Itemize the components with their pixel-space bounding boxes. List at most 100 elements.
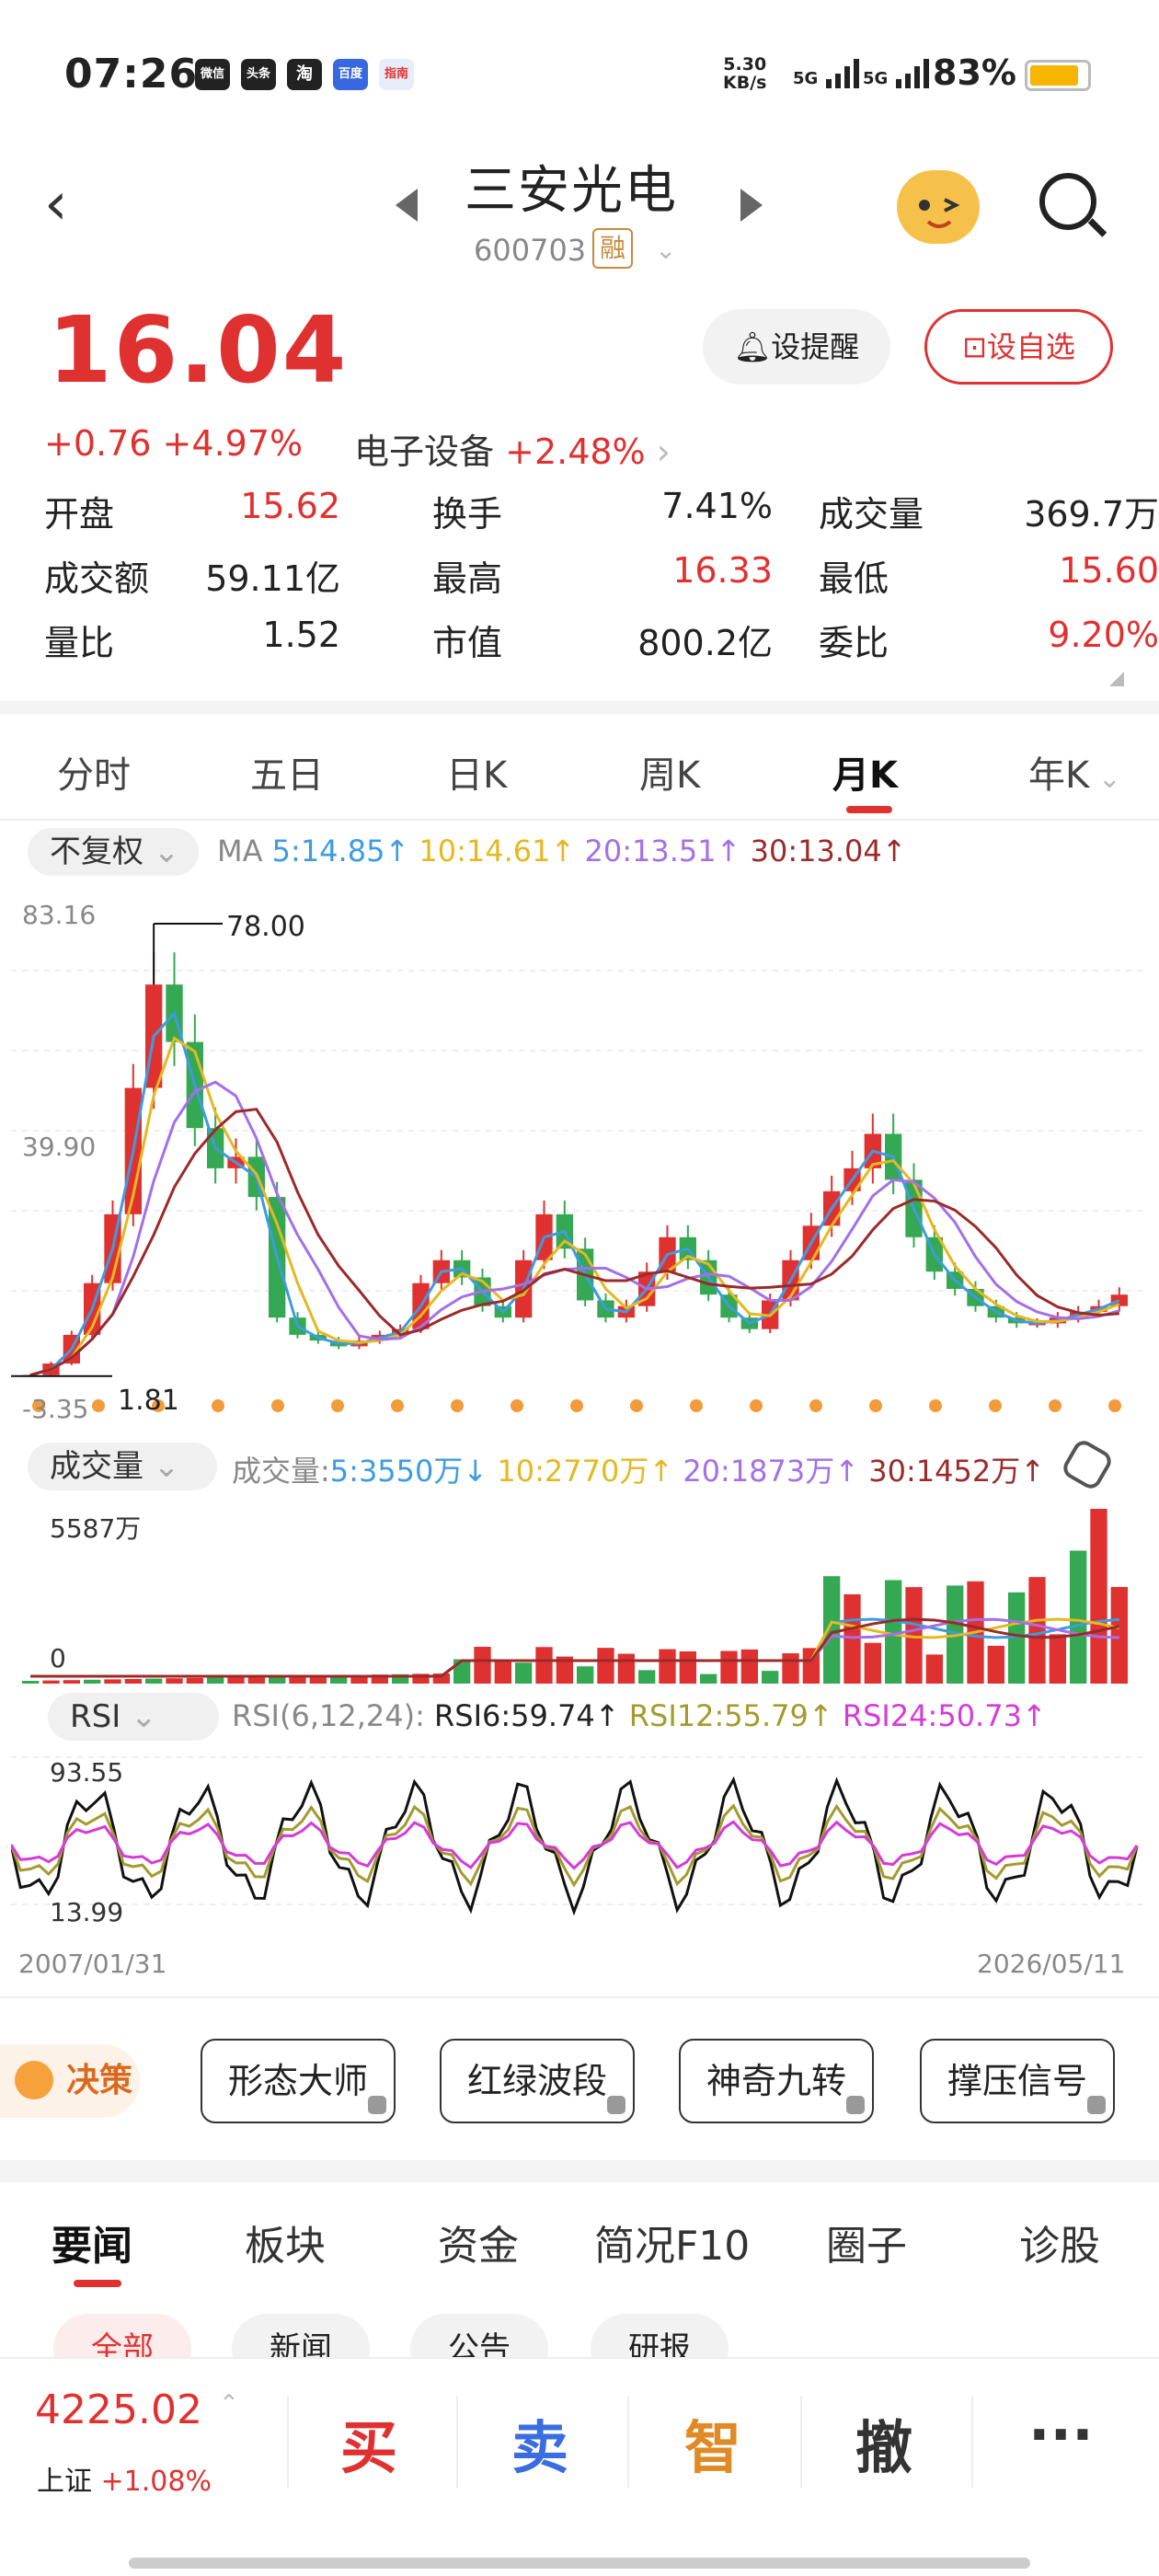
add-watchlist-button[interactable]: ⊡设自选: [924, 309, 1113, 385]
active-tab-indicator: [846, 806, 892, 813]
volume-bar: [1049, 1634, 1066, 1684]
volume-bar: [638, 1670, 656, 1684]
volume-bar: [42, 1680, 60, 1684]
chevron-down-icon: ⌄: [120, 1698, 157, 1735]
event-dot: [391, 1399, 404, 1412]
volume-bar: [84, 1679, 101, 1684]
decision-badge[interactable]: 决策: [0, 2044, 140, 2118]
volume-bar: [864, 1642, 881, 1684]
event-dot: [451, 1399, 464, 1412]
volume-bar: [186, 1677, 203, 1684]
more-button[interactable]: ···: [1028, 2401, 1094, 2468]
news-tab-circle[interactable]: 圈子: [826, 2213, 907, 2271]
prev-stock-icon[interactable]: [396, 189, 418, 222]
volume-bar: [720, 1650, 738, 1684]
buy-button[interactable]: 买: [340, 2401, 397, 2484]
news-tab-headlines[interactable]: 要闻: [52, 2213, 132, 2271]
tab-yearly[interactable]: 年K ⌄: [1028, 745, 1121, 799]
search-icon[interactable]: [1039, 173, 1096, 230]
current-price: 16.04: [48, 296, 349, 404]
rsi-chart[interactable]: [11, 1748, 1148, 1941]
ma-legend: MA 5:14.85↑ 10:14.61↑ 20:13.51↑ 30:13.04…: [217, 834, 907, 868]
tab-weekly[interactable]: 周K: [639, 745, 700, 799]
volume-bar: [679, 1650, 696, 1684]
tab-daily[interactable]: 日K: [446, 745, 507, 799]
chevron-up-icon[interactable]: ⌃: [219, 2390, 239, 2418]
stock-code: 600703: [474, 233, 587, 268]
ma30-line: [29, 1108, 1119, 1377]
volume-bar: [762, 1671, 779, 1684]
news-tab-funds[interactable]: 资金: [438, 2213, 519, 2271]
volume-bar: [207, 1677, 224, 1684]
signal-support-resistance[interactable]: 撑压信号: [920, 2039, 1115, 2123]
expand-corner-icon[interactable]: [1109, 672, 1124, 686]
volume-bar: [453, 1659, 471, 1684]
kchart-ymid: 39.90: [22, 1132, 97, 1162]
stock-name: 三安光电: [465, 161, 678, 221]
chevron-down-icon: ⌄: [143, 834, 180, 870]
set-alert-button[interactable]: 🔔︎设提醒: [703, 309, 890, 385]
volume-bar: [104, 1679, 121, 1684]
kline-chart[interactable]: [11, 891, 1148, 1424]
add-watch-icon: ⊡: [962, 329, 987, 364]
baidu-icon: 百度: [333, 59, 368, 90]
tab-fenshi[interactable]: 分时: [57, 745, 131, 799]
event-dot: [809, 1399, 822, 1412]
event-dot: [630, 1399, 643, 1412]
event-dot: [1049, 1399, 1061, 1412]
event-dot: [929, 1399, 942, 1412]
volume-bar: [925, 1654, 943, 1684]
event-dot: [750, 1399, 763, 1412]
mascot-icon[interactable]: [897, 170, 980, 244]
cancel-order-button[interactable]: 撤: [855, 2401, 912, 2484]
chevron-down-icon[interactable]: ⌄: [655, 235, 676, 265]
index-name: 上证 +1.08%: [37, 2466, 212, 2498]
signal-red-green-band[interactable]: 红绿波段: [440, 2039, 635, 2123]
volume-bar: [843, 1593, 861, 1684]
volume-bar: [474, 1647, 491, 1684]
settings-icon[interactable]: [1059, 1436, 1116, 1493]
rsi24-line: [11, 1820, 1139, 1870]
signal-pattern-master[interactable]: 形态大师: [201, 2039, 396, 2123]
lock-icon: [607, 2096, 625, 2114]
sell-button[interactable]: 卖: [511, 2401, 568, 2484]
rsi-indicator-select[interactable]: RSI ⌄: [48, 1693, 219, 1741]
volume-bar: [63, 1680, 80, 1684]
volume-chart[interactable]: [11, 1500, 1148, 1684]
event-dot: [331, 1399, 344, 1412]
signal-icon-1: 5G: [793, 57, 865, 88]
sector-link[interactable]: 电子设备 +2.48% ›: [354, 423, 671, 474]
lock-icon: [846, 2096, 865, 2114]
volume-ymax: 5587万: [50, 1513, 142, 1544]
volume-bar: [659, 1649, 676, 1684]
volume-bar: [577, 1666, 594, 1684]
rsi12-line: [11, 1803, 1139, 1888]
smart-button[interactable]: 智: [684, 2401, 741, 2484]
volume-bar: [494, 1660, 511, 1684]
event-dot: [690, 1399, 703, 1412]
rsi-legend: RSI(6,12,24): RSI6:59.74↑ RSI12:55.79↑ R…: [232, 1698, 1047, 1733]
back-icon[interactable]: ‹: [44, 175, 68, 234]
status-bar: 07:26 微信 头条 淘 百度 指南 5.30 KB/s 5G 5G 83%: [0, 0, 1159, 156]
tab-monthly[interactable]: 月K: [832, 745, 898, 799]
next-stock-icon[interactable]: [740, 189, 763, 222]
event-dot: [212, 1399, 224, 1412]
news-tab-f10[interactable]: 简况F10: [594, 2213, 750, 2271]
index-value[interactable]: 4225.02: [35, 2386, 202, 2433]
event-dot: [92, 1399, 105, 1412]
volume-bar: [535, 1647, 553, 1684]
volume-bar: [22, 1681, 40, 1684]
signal-magic-nine[interactable]: 神奇九转: [679, 2039, 874, 2123]
event-dot: [989, 1399, 1002, 1412]
tab-5day[interactable]: 五日: [250, 745, 324, 799]
news-tab-diagnose[interactable]: 诊股: [1019, 2213, 1100, 2271]
news-tab-sector[interactable]: 板块: [245, 2213, 326, 2271]
chevron-down-icon: ⌄: [143, 1448, 180, 1485]
divider: [0, 2160, 1159, 2182]
date-end: 2026/05/11: [977, 1949, 1126, 1979]
kchart-low-label: 1.81: [118, 1385, 179, 1417]
volume-bar: [740, 1649, 758, 1684]
adjust-select[interactable]: 不复权 ⌄: [28, 828, 199, 876]
volume-indicator-select[interactable]: 成交量 ⌄: [28, 1443, 217, 1490]
volume-legend: 成交量:5:3550万↓ 10:2770万↑ 20:1873万↑ 30:1452…: [232, 1454, 1046, 1489]
